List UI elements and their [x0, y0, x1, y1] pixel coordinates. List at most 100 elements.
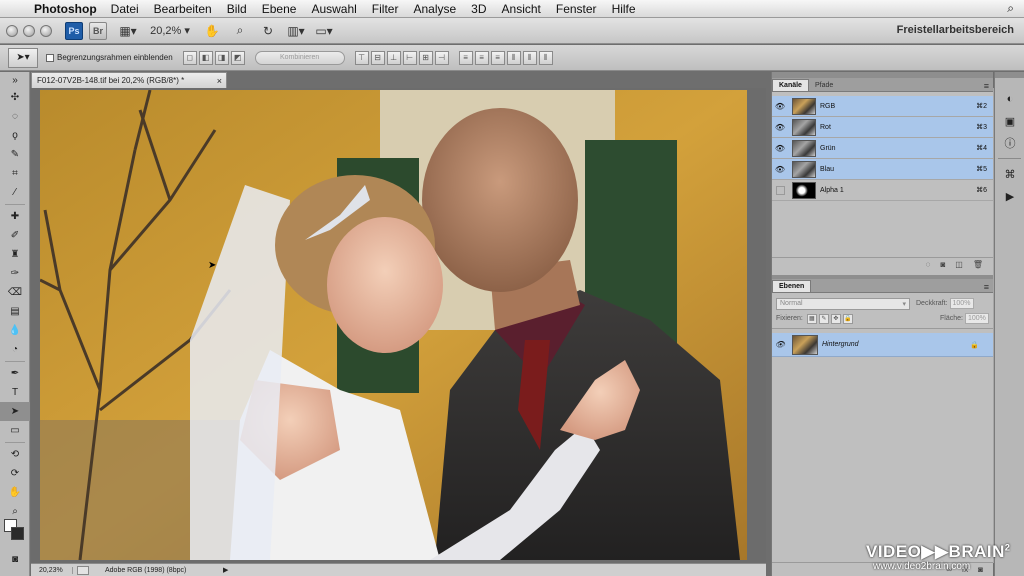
zoom-window-button[interactable] — [40, 24, 52, 37]
align-left-icon[interactable]: ⊢ — [402, 50, 417, 65]
menu-bearbeiten[interactable]: Bearbeiten — [154, 2, 212, 16]
3d-rotate-tool-icon[interactable]: ⟲ — [0, 445, 30, 464]
lasso-tool-icon[interactable]: ϙ — [0, 126, 30, 145]
channels-panel-menu-icon[interactable]: ≡ — [984, 81, 989, 91]
status-preview-icon[interactable] — [77, 565, 89, 575]
zoom-level-dropdown[interactable]: 20,2% ▾ — [145, 22, 195, 40]
history-panel-icon[interactable]: ⌘ — [995, 163, 1024, 185]
add-shape-area-icon[interactable]: ◻ — [182, 50, 197, 65]
tab-layers[interactable]: Ebenen — [772, 280, 812, 292]
adjustments-panel-icon[interactable]: ◐ — [995, 88, 1024, 110]
quick-mask-icon[interactable]: ◙ — [0, 550, 30, 569]
lock-pixels-icon[interactable]: ✎ — [818, 313, 829, 324]
lock-transparency-icon[interactable]: ▦ — [806, 313, 817, 324]
arrange-documents-button[interactable]: ▥▾ — [285, 22, 307, 40]
visibility-eye-icon[interactable]: 👁 — [772, 144, 788, 153]
spotlight-search-icon[interactable]: ⌕ — [1007, 1, 1014, 16]
hand-tool-panel-icon[interactable]: ✋ — [0, 483, 30, 502]
lock-all-icon[interactable]: 🔒 — [842, 313, 853, 324]
eyedropper-tool-icon[interactable]: ⁄ — [0, 183, 30, 202]
dodge-tool-icon[interactable]: ◔ — [0, 340, 30, 359]
distribute-bottom-icon[interactable]: ≡ — [490, 50, 505, 65]
visibility-toggle[interactable] — [772, 185, 788, 195]
combine-button[interactable]: Kombinieren — [254, 50, 345, 65]
channel-row-rot[interactable]: 👁 Rot ⌘3 — [772, 117, 993, 138]
marquee-tool-icon[interactable]: ◌ — [0, 107, 30, 126]
menu-ansicht[interactable]: Ansicht — [502, 2, 541, 16]
menu-fenster[interactable]: Fenster — [556, 2, 597, 16]
3d-orbit-tool-icon[interactable]: ⟳ — [0, 464, 30, 483]
zoom-tool-icon[interactable]: ⌕ — [229, 22, 251, 40]
crop-tool-icon[interactable]: ⌗ — [0, 164, 30, 183]
checkbox-box[interactable] — [46, 53, 54, 62]
status-menu-arrow-icon[interactable]: ▶ — [223, 566, 233, 574]
align-bottom-icon[interactable]: ⊥ — [386, 50, 401, 65]
distribute-right-icon[interactable]: ⦀ — [538, 50, 553, 65]
menu-app-name[interactable]: Photoshop — [34, 2, 97, 16]
distribute-left-icon[interactable]: ⦀ — [506, 50, 521, 65]
menu-datei[interactable]: Datei — [111, 2, 139, 16]
menu-3d[interactable]: 3D — [471, 2, 486, 16]
new-channel-icon[interactable]: ◫ — [955, 260, 963, 269]
shape-tool-icon[interactable]: ▭ — [0, 421, 30, 440]
document-photo[interactable] — [40, 90, 747, 560]
intersect-shape-area-icon[interactable]: ◨ — [214, 50, 229, 65]
visibility-eye-icon[interactable]: 👁 — [772, 340, 788, 349]
exclude-shape-area-icon[interactable]: ◩ — [230, 50, 245, 65]
hand-tool-icon[interactable]: ✋ — [201, 22, 223, 40]
channel-row-alpha-1[interactable]: Alpha 1 ⌘6 — [772, 180, 993, 201]
lock-position-icon[interactable]: ✥ — [830, 313, 841, 324]
status-zoom-value[interactable]: 20,23% — [31, 566, 73, 574]
show-bounding-box-checkbox[interactable]: Begrenzungsrahmen einblenden — [46, 53, 173, 62]
document-canvas-area[interactable]: ➤ — [31, 88, 766, 563]
rotate-view-icon[interactable]: ↻ — [257, 22, 279, 40]
masks-panel-icon[interactable]: ▣ — [995, 110, 1024, 132]
workspace-switcher[interactable]: Freistellarbeitsbereich — [897, 24, 1014, 36]
align-vcenter-icon[interactable]: ⊟ — [370, 50, 385, 65]
eraser-tool-icon[interactable]: ⌫ — [0, 283, 30, 302]
view-extras-button[interactable]: ▦▾ — [117, 22, 139, 40]
background-color-swatch[interactable] — [11, 527, 24, 540]
channel-row-rgb[interactable]: 👁 RGB ⌘2 — [772, 96, 993, 117]
tab-paths[interactable]: Pfade — [809, 79, 839, 91]
channel-row-blau[interactable]: 👁 Blau ⌘5 — [772, 159, 993, 180]
close-document-icon[interactable]: × — [217, 76, 222, 86]
visibility-eye-icon[interactable]: 👁 — [772, 123, 788, 132]
info-panel-icon[interactable]: ⓘ — [995, 132, 1024, 154]
load-channel-selection-icon[interactable]: ◌ — [926, 260, 931, 269]
minimize-window-button[interactable] — [23, 24, 35, 37]
document-tab[interactable]: F012-07V2B-148.tif bei 20,2% (RGB/8*) * … — [31, 72, 227, 88]
brush-tool-icon[interactable]: ✐ — [0, 226, 30, 245]
type-tool-icon[interactable]: T — [0, 383, 30, 402]
align-top-icon[interactable]: ⊤ — [354, 50, 369, 65]
visibility-eye-icon[interactable]: 👁 — [772, 102, 788, 111]
pen-tool-icon[interactable]: ✒ — [0, 364, 30, 383]
menu-ebene[interactable]: Ebene — [262, 2, 297, 16]
delete-channel-icon[interactable]: 🗑 — [973, 260, 983, 269]
menu-auswahl[interactable]: Auswahl — [311, 2, 356, 16]
clone-stamp-tool-icon[interactable]: ♜ — [0, 245, 30, 264]
screen-mode-button[interactable]: ▭▾ — [313, 22, 335, 40]
distribute-top-icon[interactable]: ≡ — [458, 50, 473, 65]
blur-tool-icon[interactable]: 💧 — [0, 321, 30, 340]
menu-bild[interactable]: Bild — [227, 2, 247, 16]
actions-panel-icon[interactable]: ▶ — [995, 185, 1024, 207]
align-right-icon[interactable]: ⊣ — [434, 50, 449, 65]
save-selection-channel-icon[interactable]: ◙ — [940, 260, 945, 269]
history-brush-tool-icon[interactable]: ✑ — [0, 264, 30, 283]
subtract-shape-area-icon[interactable]: ◧ — [198, 50, 213, 65]
align-hcenter-icon[interactable]: ⊞ — [418, 50, 433, 65]
channel-row-gruen[interactable]: 👁 Grün ⌘4 — [772, 138, 993, 159]
quick-selection-tool-icon[interactable]: ✎ — [0, 145, 30, 164]
tools-collapse-icon[interactable]: » — [0, 72, 30, 88]
path-selection-tool-icon[interactable]: ➤ — [0, 402, 30, 421]
menu-hilfe[interactable]: Hilfe — [612, 2, 636, 16]
move-tool-icon[interactable]: ✣ — [0, 88, 30, 107]
opacity-field[interactable]: 100% — [949, 298, 974, 309]
layer-row-hintergrund[interactable]: 👁 Hintergrund 🔒 — [772, 333, 993, 357]
menu-analyse[interactable]: Analyse — [413, 2, 456, 16]
tab-channels[interactable]: Kanäle — [772, 79, 809, 91]
distribute-hcenter-icon[interactable]: ⦀ — [522, 50, 537, 65]
fill-field[interactable]: 100% — [965, 313, 989, 324]
layers-panel-menu-icon[interactable]: ≡ — [984, 282, 989, 292]
